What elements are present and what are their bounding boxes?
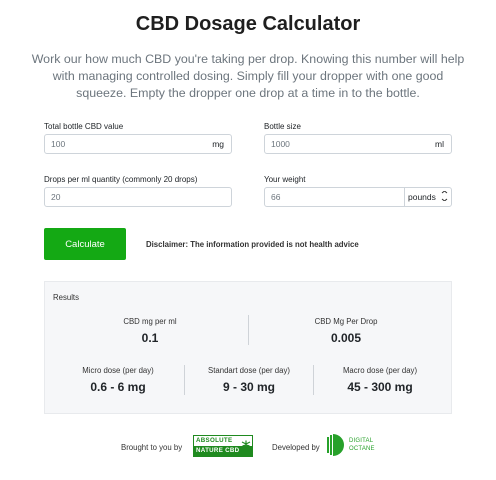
bottle-size-field[interactable]: ml bbox=[264, 134, 452, 154]
cbd-per-ml-label: CBD mg per ml bbox=[123, 317, 177, 326]
drops-per-ml-input[interactable] bbox=[45, 188, 225, 206]
brought-by-text: Brought to you by bbox=[121, 443, 183, 452]
intro-text: Work our how much CBD you're taking per … bbox=[31, 52, 465, 100]
calculator-page: CBD Dosage Calculator Work our how much … bbox=[0, 0, 496, 480]
standard-dose-stat: Standart dose (per day) 9 - 30 mg bbox=[186, 366, 312, 394]
absolute-nature-logo[interactable]: ABSOLUTE NATURE CBD bbox=[193, 435, 253, 457]
results-divider bbox=[184, 365, 185, 395]
cbd-per-drop-value: 0.005 bbox=[330, 331, 362, 345]
results-heading: Results bbox=[53, 293, 79, 302]
cbd-per-ml-value: 0.1 bbox=[141, 331, 159, 345]
calculate-button[interactable]: Calculate bbox=[44, 228, 126, 260]
bottle-cbd-label: Total bottle CBD value bbox=[44, 122, 124, 131]
digital-octane-line-2: OCTANE bbox=[349, 445, 375, 452]
page-title: CBD Dosage Calculator bbox=[135, 13, 361, 35]
bottle-size-input[interactable] bbox=[265, 135, 415, 153]
results-divider bbox=[248, 315, 249, 345]
micro-dose-value: 0.6 - 6 mg bbox=[90, 380, 146, 394]
cannabis-leaf-icon bbox=[241, 436, 251, 454]
weight-field[interactable]: pounds bbox=[264, 187, 452, 207]
bottle-size-unit: ml bbox=[435, 139, 444, 149]
digital-octane-mark-icon[interactable] bbox=[327, 434, 347, 461]
cbd-per-drop-label: CBD Mg Per Drop bbox=[314, 317, 378, 326]
weight-unit-value: pounds bbox=[408, 192, 436, 202]
weight-input[interactable] bbox=[265, 188, 403, 206]
chevron-down-icon bbox=[441, 190, 448, 203]
macro-dose-value: 45 - 300 mg bbox=[347, 380, 413, 394]
micro-dose-label: Micro dose (per day) bbox=[82, 366, 154, 375]
cbd-per-drop-stat: CBD Mg Per Drop 0.005 bbox=[261, 317, 431, 345]
results-panel: Results CBD mg per ml 0.1 CBD Mg Per Dro… bbox=[44, 281, 452, 414]
weight-label: Your weight bbox=[264, 175, 306, 184]
drops-per-ml-label: Drops per ml quantity (commonly 20 drops… bbox=[44, 175, 198, 184]
digital-octane-wordmark: DIGITAL OCTANE bbox=[349, 438, 375, 453]
micro-dose-stat: Micro dose (per day) 0.6 - 6 mg bbox=[55, 366, 181, 394]
bottle-cbd-input[interactable] bbox=[45, 135, 195, 153]
results-divider bbox=[313, 365, 314, 395]
drops-per-ml-field[interactable] bbox=[44, 187, 232, 207]
weight-unit-select[interactable]: pounds bbox=[404, 188, 451, 206]
disclaimer-text: Disclaimer: The information provided is … bbox=[146, 240, 359, 249]
macro-dose-label: Macro dose (per day) bbox=[342, 366, 418, 375]
developed-by-text: Developed by bbox=[272, 443, 320, 452]
macro-dose-stat: Macro dose (per day) 45 - 300 mg bbox=[317, 366, 443, 394]
digital-octane-line-1: DIGITAL bbox=[349, 438, 374, 444]
bottle-cbd-unit: mg bbox=[212, 139, 224, 149]
bottle-cbd-field[interactable]: mg bbox=[44, 134, 232, 154]
standard-dose-label: Standart dose (per day) bbox=[208, 366, 290, 375]
standard-dose-value: 9 - 30 mg bbox=[222, 380, 276, 394]
bottle-size-label: Bottle size bbox=[264, 122, 301, 131]
cbd-per-ml-stat: CBD mg per ml 0.1 bbox=[65, 317, 235, 345]
